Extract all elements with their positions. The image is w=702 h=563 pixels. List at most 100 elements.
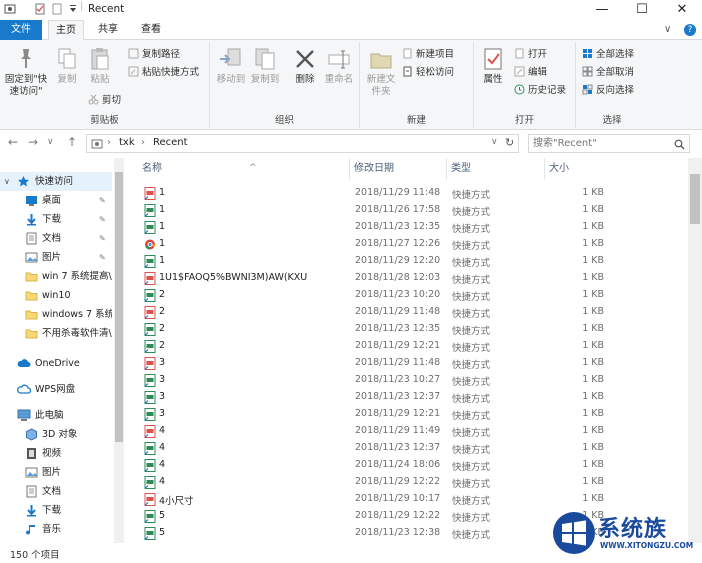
address-dropdown[interactable]: ∨ — [491, 137, 498, 147]
nav-item-folder[interactable]: win 7 系统提高\ — [0, 267, 112, 286]
copy-path-button[interactable]: 复制路径 — [128, 48, 180, 62]
history-button[interactable]: 历史记录 — [514, 84, 566, 98]
tab-file[interactable]: 文件 — [0, 20, 42, 40]
nav-pc-3d-objects[interactable]: 3D 对象 — [0, 425, 112, 444]
column-type[interactable]: 类型 — [447, 158, 545, 180]
nav-wps[interactable]: WPS网盘 — [0, 380, 112, 399]
table-row[interactable]: 4 2018/11/23 12:37 快捷方式 1 KB — [128, 440, 688, 457]
address-field[interactable]: › txk › Recent ∨ ↻ — [86, 134, 519, 153]
forward-button[interactable]: → — [28, 135, 38, 149]
file-date: 2018/11/27 12:26 — [355, 238, 441, 249]
copy-button[interactable]: 复制 — [54, 46, 80, 86]
pin-icon[interactable]: ✎ — [99, 210, 106, 229]
paste-button[interactable]: 粘贴 — [86, 46, 114, 86]
nav-pc-music[interactable]: 音乐 — [0, 520, 112, 539]
nav-pc-pictures[interactable]: 图片 — [0, 463, 112, 482]
nav-quick-access[interactable]: ∨ 快速访问 — [0, 172, 112, 191]
table-row[interactable]: 1 2018/11/23 12:35 快捷方式 1 KB — [128, 219, 688, 236]
column-name[interactable]: 名称 ^ — [138, 158, 350, 180]
nav-scrollbar-thumb[interactable] — [115, 172, 123, 442]
properties-quick-icon[interactable] — [34, 3, 46, 15]
table-row[interactable]: 2 2018/11/23 12:35 快捷方式 1 KB — [128, 321, 688, 338]
nav-item-folder[interactable]: windows 7 系统 — [0, 305, 112, 324]
table-row[interactable]: 1 2018/11/26 17:58 快捷方式 1 KB — [128, 202, 688, 219]
recent-locations-button[interactable]: ∨ — [47, 137, 54, 147]
table-row[interactable]: 2 2018/11/29 11:48 快捷方式 1 KB — [128, 304, 688, 321]
nav-item-folder[interactable]: 不用杀毒软件清\ — [0, 324, 112, 343]
search-input[interactable] — [533, 136, 668, 151]
open-button[interactable]: 打开 — [514, 48, 547, 62]
pin-icon[interactable]: ✎ — [99, 191, 106, 210]
maximize-button[interactable]: ☐ — [622, 0, 662, 20]
copy-to-button[interactable]: 复制到 — [248, 46, 282, 86]
file-list-scrollbar-thumb[interactable] — [690, 174, 700, 224]
breadcrumb-txk[interactable]: txk — [119, 137, 135, 148]
move-to-button[interactable]: 移动到 — [214, 46, 248, 86]
nav-item-downloads[interactable]: 下载 ✎ — [0, 210, 112, 229]
nav-scrollbar[interactable] — [114, 158, 124, 543]
tab-home[interactable]: 主页 — [48, 20, 84, 41]
invert-selection-button[interactable]: 反向选择 — [582, 84, 634, 98]
table-row[interactable]: 2 2018/11/29 12:21 快捷方式 1 KB — [128, 338, 688, 355]
table-row[interactable]: 3 2018/11/23 12:37 快捷方式 1 KB — [128, 389, 688, 406]
nav-item-pictures[interactable]: 图片 ✎ — [0, 248, 112, 267]
pin-icon[interactable]: ✎ — [99, 248, 106, 267]
table-row[interactable]: 4 2018/11/29 12:22 快捷方式 1 KB — [128, 474, 688, 491]
nav-this-pc[interactable]: 此电脑 — [0, 406, 112, 425]
nav-item-folder[interactable]: win10 — [0, 286, 112, 305]
refresh-icon[interactable]: ↻ — [505, 136, 514, 149]
breadcrumb-recent[interactable]: Recent — [153, 137, 188, 148]
paste-shortcut-button[interactable]: 粘贴快捷方式 — [128, 66, 199, 80]
column-date[interactable]: 修改日期 — [350, 158, 447, 180]
nav-item-documents[interactable]: 文档 ✎ — [0, 229, 112, 248]
tab-share[interactable]: 共享 — [88, 20, 128, 40]
minimize-button[interactable]: — — [582, 0, 622, 20]
up-button[interactable]: ↑ — [67, 135, 77, 149]
file-name: 4 — [159, 459, 166, 470]
table-row[interactable]: 1U1$FAOQ5%BWNI3M)AW(KXU 2018/11/28 12:03 快… — [128, 270, 688, 287]
search-icon[interactable] — [674, 139, 685, 150]
nav-item-desktop[interactable]: 桌面 ✎ — [0, 191, 112, 210]
easy-access-button[interactable]: 轻松访问 — [402, 66, 454, 80]
file-list-scrollbar[interactable] — [688, 158, 702, 543]
column-size[interactable]: 大小 — [545, 158, 611, 180]
new-folder-quick-icon[interactable] — [51, 3, 63, 15]
nav-onedrive[interactable]: OneDrive — [0, 354, 112, 373]
edit-button[interactable]: 编辑 — [514, 66, 547, 80]
help-icon[interactable]: ? — [684, 24, 696, 36]
new-item-button[interactable]: 新建项目 — [402, 48, 454, 62]
delete-button[interactable]: 删除 — [292, 46, 318, 86]
pin-icon[interactable]: ✎ — [99, 229, 106, 248]
clipboard-group: 固定到"快速访问" 复制 粘贴 复制路径 粘贴快捷方式 剪切 剪贴板 — [0, 42, 210, 128]
properties-button[interactable]: 属性 — [480, 46, 506, 86]
table-row[interactable]: 2 2018/11/23 10:20 快捷方式 1 KB — [128, 287, 688, 304]
cut-button[interactable]: 剪切 — [88, 94, 121, 108]
tab-view[interactable]: 查看 — [131, 20, 171, 40]
back-button[interactable]: ← — [8, 135, 18, 149]
close-button[interactable]: ✕ — [662, 0, 702, 20]
table-row[interactable]: 3 2018/11/23 10:27 快捷方式 1 KB — [128, 372, 688, 389]
select-all-button[interactable]: 全部选择 — [582, 48, 634, 62]
nav-pc-documents[interactable]: 文档 — [0, 482, 112, 501]
search-box[interactable] — [528, 134, 690, 153]
table-row[interactable]: 3 2018/11/29 11:48 快捷方式 1 KB — [128, 355, 688, 372]
table-row[interactable]: 1 2018/11/29 12:20 快捷方式 1 KB — [128, 253, 688, 270]
nav-pc-downloads[interactable]: 下载 — [0, 501, 112, 520]
system-menu-icon[interactable] — [4, 3, 16, 15]
file-list: 名称 ^ 修改日期 类型 大小 1 2018/11/29 11:48 快捷方式 1 K… — [128, 158, 688, 543]
table-row[interactable]: 1 2018/11/27 12:26 快捷方式 1 KB — [128, 236, 688, 253]
table-row[interactable]: 3 2018/11/29 12:21 快捷方式 1 KB — [128, 406, 688, 423]
table-row[interactable]: 4 2018/11/24 18:06 快捷方式 1 KB — [128, 457, 688, 474]
pin-quick-access-button[interactable]: 固定到"快速访问" — [2, 46, 50, 98]
rename-button[interactable]: 重命名 — [322, 46, 356, 86]
new-folder-button[interactable]: 新建文件夹 — [364, 46, 398, 98]
file-size: 1 KB — [582, 238, 604, 249]
expand-ribbon-icon[interactable]: ∨ — [664, 24, 671, 35]
customize-quick-access-icon[interactable] — [67, 3, 79, 15]
watermark-url: WWW.XITONGZU.COM — [600, 541, 694, 550]
table-row[interactable]: 1 2018/11/29 11:48 快捷方式 1 KB — [128, 185, 688, 202]
select-none-button[interactable]: 全部取消 — [582, 66, 634, 80]
table-row[interactable]: 4 2018/11/29 11:49 快捷方式 1 KB — [128, 423, 688, 440]
nav-pc-videos[interactable]: 视频 — [0, 444, 112, 463]
move-to-icon — [220, 48, 241, 66]
